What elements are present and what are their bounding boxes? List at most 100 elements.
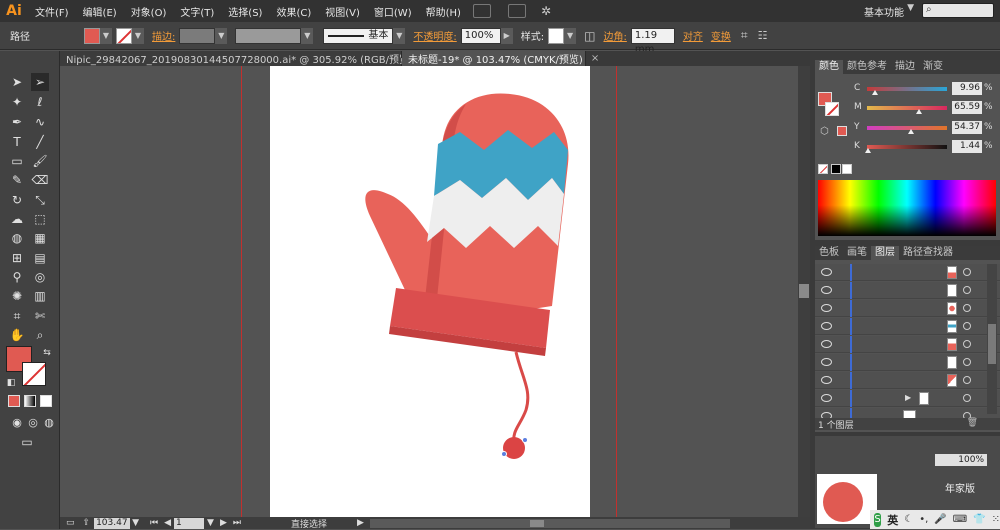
rectangle-tool-icon[interactable]: ▭ (8, 152, 26, 170)
bridge-icon[interactable] (472, 4, 491, 18)
opacity-label[interactable]: 不透明度: (413, 28, 456, 43)
symbol-sprayer-icon[interactable]: ✺ (8, 287, 26, 305)
menu-help[interactable]: 帮助(H) (419, 4, 468, 19)
scale-tool-icon[interactable]: ⤡ (31, 191, 49, 209)
share-icon[interactable]: ⇪ (83, 518, 91, 528)
target-icon[interactable] (963, 394, 971, 402)
color-spectrum[interactable] (818, 180, 996, 236)
default-colors-icon[interactable]: ◧ (2, 374, 20, 392)
chevron-right-icon[interactable]: ▶ (357, 518, 364, 528)
tab-document-1[interactable]: Nipic_29842067_20190830144507728000.ai* … (60, 51, 429, 66)
artboard[interactable] (270, 66, 590, 517)
eye-icon[interactable] (821, 394, 832, 402)
line-tool-icon[interactable]: ╱ (31, 133, 49, 151)
tab-color[interactable]: 颜色 (815, 60, 843, 74)
black-swatch[interactable] (831, 164, 841, 174)
menu-effect[interactable]: 效果(C) (269, 4, 318, 19)
fill-swatch[interactable] (84, 27, 100, 44)
ime-logo-icon[interactable]: S (874, 512, 882, 527)
slider-knob[interactable] (907, 129, 914, 134)
black-value-field[interactable]: 1.44 (952, 140, 982, 153)
magenta-value-field[interactable]: 65.59 (952, 101, 982, 114)
tab-layers[interactable]: 图层 (871, 246, 899, 260)
curvature-tool-icon[interactable]: ∿ (31, 113, 49, 131)
layer-row[interactable] (815, 318, 1000, 335)
gradient-tool-icon[interactable]: ▤ (31, 249, 49, 267)
swap-colors-icon[interactable]: ⇆ (38, 344, 56, 362)
warp-tool-icon[interactable]: ☁ (8, 210, 26, 228)
shape-builder-icon[interactable]: ◍ (8, 229, 26, 247)
ime-language[interactable]: 英 (887, 512, 898, 528)
canvas-area[interactable] (60, 66, 810, 517)
isolate-icon[interactable]: ⌗ (741, 28, 748, 43)
prev-artboard-icon[interactable]: ◀ (164, 518, 171, 528)
canvas-vertical-scrollbar[interactable] (798, 66, 810, 517)
chevron-down-icon[interactable]: ▼ (301, 27, 314, 44)
yellow-value-field[interactable]: 54.37 (952, 121, 982, 134)
workspace-switcher[interactable]: 基本功能 (864, 4, 904, 19)
layer-row[interactable] (815, 372, 1000, 389)
slider-black[interactable]: K 1.44 % (815, 140, 1000, 154)
slider-track[interactable] (867, 145, 947, 149)
recolor-icon[interactable]: ◫ (584, 29, 595, 43)
corner-label[interactable]: 边角: (603, 28, 626, 43)
next-artboard-icon[interactable]: ▶ (220, 518, 227, 528)
grid-icon[interactable]: ⁙ (992, 514, 1000, 525)
gradient-mode-icon[interactable] (24, 395, 36, 407)
expand-arrow-icon[interactable]: ▶ (905, 393, 911, 402)
stroke-label[interactable]: 描边: (152, 28, 175, 43)
target-icon[interactable] (963, 376, 971, 384)
mitten-artwork[interactable] (270, 66, 590, 517)
menu-edit[interactable]: 编辑(E) (76, 4, 124, 19)
eye-icon[interactable] (821, 304, 832, 312)
menu-type[interactable]: 文字(T) (173, 4, 221, 19)
mesh-tool-icon[interactable]: ⊞ (8, 249, 26, 267)
slider-knob[interactable] (916, 109, 923, 114)
layer-row[interactable]: ▶ (815, 390, 1000, 407)
user-icon[interactable]: 👕 (973, 514, 985, 525)
target-icon[interactable] (963, 268, 971, 276)
selection-tool-icon[interactable]: ➤ (8, 73, 26, 91)
eye-icon[interactable] (821, 286, 832, 294)
perspective-grid-icon[interactable]: ▦ (31, 229, 49, 247)
free-transform-icon[interactable]: ⬚ (31, 210, 49, 228)
navigator-preview[interactable] (817, 474, 877, 524)
blend-tool-icon[interactable]: ◎ (31, 268, 49, 286)
layer-row[interactable] (815, 354, 1000, 371)
menu-view[interactable]: 视图(V) (318, 4, 367, 19)
first-artboard-icon[interactable]: ⏮ (150, 518, 158, 528)
eyedropper-icon[interactable]: ⚲ (8, 268, 26, 286)
target-icon[interactable] (963, 304, 971, 312)
tab-stroke[interactable]: 描边 (891, 60, 919, 74)
trash-icon[interactable]: 🗑 (967, 418, 978, 428)
zoom-menu-icon[interactable]: ▭ (66, 518, 75, 528)
chevron-down-icon[interactable]: ▼ (100, 27, 112, 44)
graph-tool-icon[interactable]: ▥ (31, 287, 49, 305)
color-mode-icon[interactable] (8, 395, 20, 407)
layer-row[interactable] (815, 300, 1000, 317)
tab-swatches[interactable]: 色板 (815, 246, 843, 260)
slider-knob[interactable] (865, 148, 872, 153)
chevron-down-icon[interactable]: ▼ (907, 3, 914, 13)
layer-row[interactable] (815, 264, 1000, 281)
menu-select[interactable]: 选择(S) (221, 4, 269, 19)
paintbrush-tool-icon[interactable]: 🖌 (31, 152, 49, 170)
scroll-thumb[interactable] (799, 284, 809, 298)
punctuation-icon[interactable]: •, (919, 514, 928, 525)
target-icon[interactable] (963, 358, 971, 366)
navigator-zoom-field[interactable]: 100% (935, 454, 987, 466)
chevron-down-icon[interactable]: ▼ (132, 27, 144, 44)
magic-wand-icon[interactable]: ✦ (8, 93, 26, 111)
target-icon[interactable] (963, 340, 971, 348)
slider-yellow[interactable]: Y 54.37 % (815, 121, 1000, 135)
rotate-tool-icon[interactable]: ↻ (8, 191, 26, 209)
none-swatch[interactable] (818, 164, 828, 174)
scroll-thumb[interactable] (529, 519, 544, 527)
moon-icon[interactable]: ☾ (904, 514, 913, 525)
transform-link[interactable]: 变换 (711, 28, 731, 43)
chevron-right-icon[interactable]: ▶ (500, 27, 513, 44)
opacity-field[interactable]: 100% (460, 27, 501, 44)
keyboard-icon[interactable]: ⌨ (953, 514, 967, 525)
layer-row[interactable] (815, 282, 1000, 299)
menu-window[interactable]: 窗口(W) (367, 4, 419, 19)
